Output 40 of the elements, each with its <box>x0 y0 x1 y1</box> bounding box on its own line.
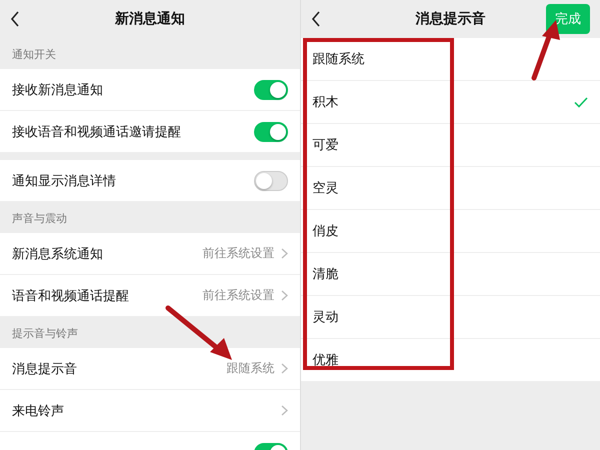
row-label: 消息提示音 <box>12 360 77 378</box>
chevron-icon <box>280 405 288 416</box>
toggle-switch[interactable] <box>254 80 288 100</box>
sound-option[interactable]: 跟随系统 <box>300 38 600 81</box>
chevron-icon <box>280 290 288 301</box>
sound-option[interactable]: 灵动 <box>300 296 600 339</box>
settings-row[interactable]: 接收语音和视频通话邀请提醒 <box>0 111 300 153</box>
row-label: 通知显示消息详情 <box>12 172 116 190</box>
chevron-icon <box>280 248 288 259</box>
page-title: 新消息通知 <box>114 10 185 28</box>
section-label: 提示音与铃声 <box>12 326 78 341</box>
chevron-icon <box>280 363 288 374</box>
row-label: 语音和视频通话提醒 <box>12 288 129 304</box>
sound-option[interactable]: 俏皮 <box>300 210 600 253</box>
arrow-annotation <box>166 306 232 360</box>
sound-option[interactable]: 可爱 <box>300 124 600 167</box>
settings-row[interactable]: 新消息系统通知 前往系统设置 <box>0 233 300 275</box>
sound-option[interactable]: 空灵 <box>300 167 600 210</box>
back-icon[interactable] <box>310 11 320 27</box>
row-label: 来电铃声 <box>12 402 64 420</box>
row-label: 接收新消息通知 <box>12 82 103 98</box>
sound-option[interactable]: 清脆 <box>300 253 600 296</box>
toggle-switch[interactable] <box>254 122 288 142</box>
page-title: 消息提示音 <box>415 10 486 28</box>
row-label: 接收语音和视频通话邀请提醒 <box>12 124 181 140</box>
settings-row[interactable]: 接收新消息通知 <box>0 69 300 111</box>
settings-row[interactable]: 通知显示消息详情 <box>0 160 300 202</box>
section-label: 通知开关 <box>12 47 56 62</box>
row-value: 前往系统设置 <box>202 245 274 262</box>
sound-option[interactable]: 积木 <box>300 81 600 124</box>
settings-row[interactable]: 语音和视频通话提醒 前往系统设置 <box>0 275 300 317</box>
settings-row[interactable]: 消息提示音 跟随系统 <box>0 348 300 390</box>
settings-row[interactable]: 来电铃声 <box>0 390 300 432</box>
toggle-switch[interactable] <box>254 170 288 190</box>
row-value: 跟随系统 <box>226 360 274 377</box>
row-label: 新消息系统通知 <box>12 246 103 262</box>
section-label: 声音与震动 <box>12 211 67 226</box>
sound-option[interactable]: 优雅 <box>300 339 600 382</box>
back-icon[interactable] <box>10 11 20 27</box>
row-value: 前往系统设置 <box>202 287 274 304</box>
